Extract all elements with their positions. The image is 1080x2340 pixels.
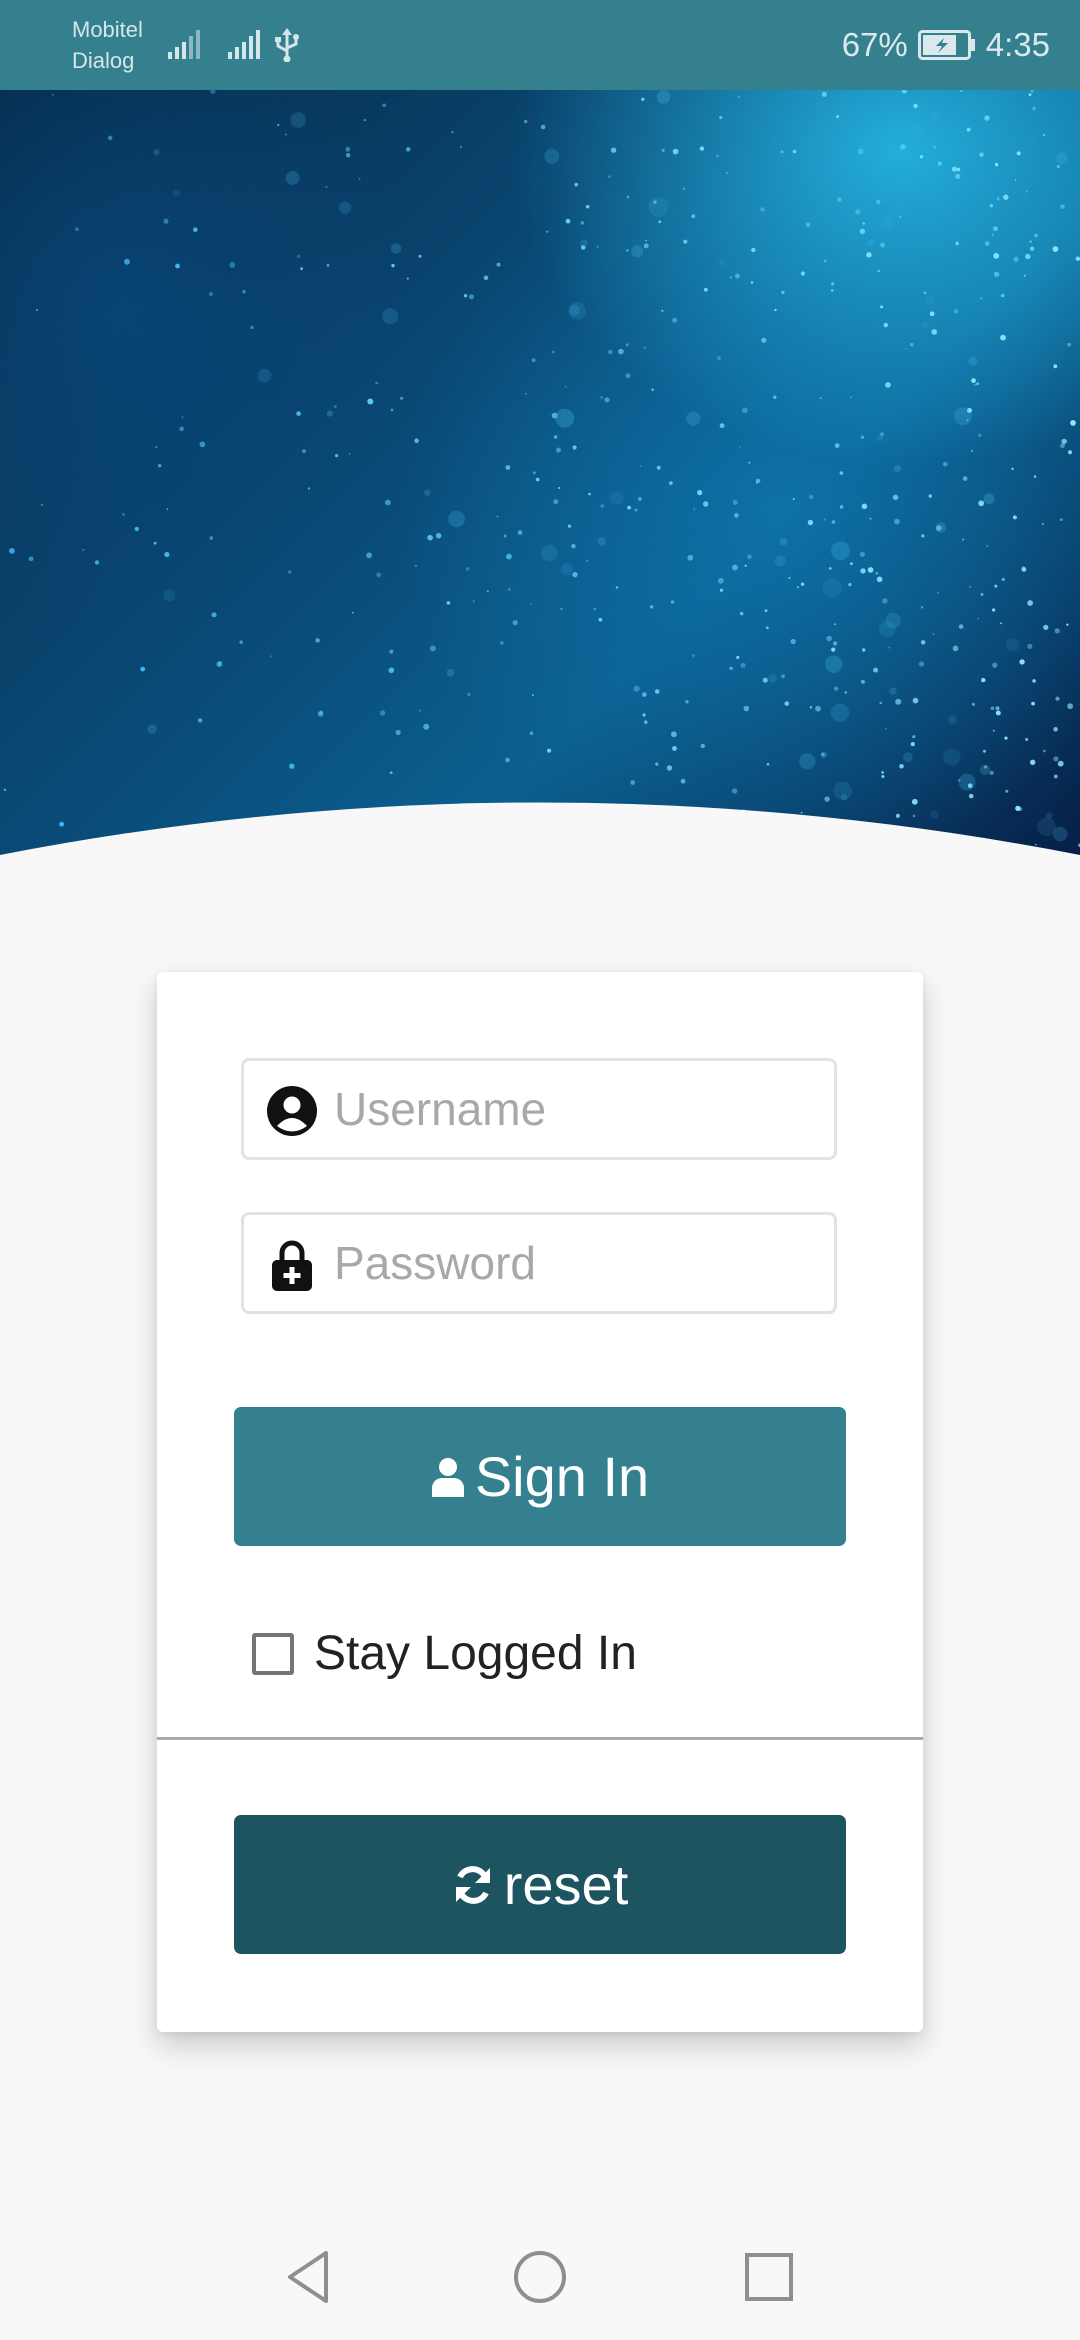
signal-icon	[168, 30, 200, 59]
carrier-names: Mobitel Dialog	[72, 14, 143, 76]
carrier-2: Dialog	[72, 48, 135, 73]
back-triangle-icon[interactable]	[282, 2247, 342, 2307]
stay-logged-in-checkbox[interactable]	[252, 1632, 294, 1675]
battery-charging-icon	[917, 30, 975, 60]
reset-label: reset	[503, 1853, 629, 1916]
carrier-1: Mobitel	[72, 17, 143, 42]
clock: 4:35	[985, 26, 1050, 63]
refresh-icon	[455, 1865, 490, 1904]
reset-button[interactable]: reset	[234, 1815, 846, 1954]
login-card: Sign In Stay Logged In reset	[157, 972, 923, 2032]
password-input[interactable]	[334, 1215, 814, 1311]
status-right: 67% 4:35	[842, 0, 1050, 90]
username-field[interactable]	[241, 1058, 837, 1160]
user-circle-icon	[267, 1086, 317, 1136]
signal-icon	[228, 30, 260, 59]
sign-in-label: Sign In	[474, 1445, 650, 1508]
recents-square-icon[interactable]	[739, 2247, 799, 2307]
navigation-bar	[0, 2214, 1080, 2340]
lock-plus-icon	[272, 1240, 312, 1291]
hero-background	[0, 90, 1080, 870]
password-field[interactable]	[241, 1212, 837, 1314]
stay-logged-in[interactable]: Stay Logged In	[252, 1626, 637, 1681]
user-icon	[431, 1457, 464, 1497]
status-bar: Mobitel Dialog 67% 4:35	[0, 0, 1080, 90]
sign-in-button[interactable]: Sign In	[234, 1407, 846, 1546]
usb-icon	[275, 28, 299, 62]
home-circle-icon[interactable]	[510, 2247, 570, 2307]
stay-logged-in-label: Stay Logged In	[314, 1627, 637, 1680]
battery-percent: 67%	[841, 26, 908, 63]
divider	[157, 1737, 923, 1740]
username-input[interactable]	[334, 1061, 814, 1157]
hero-curve	[0, 802, 1080, 870]
